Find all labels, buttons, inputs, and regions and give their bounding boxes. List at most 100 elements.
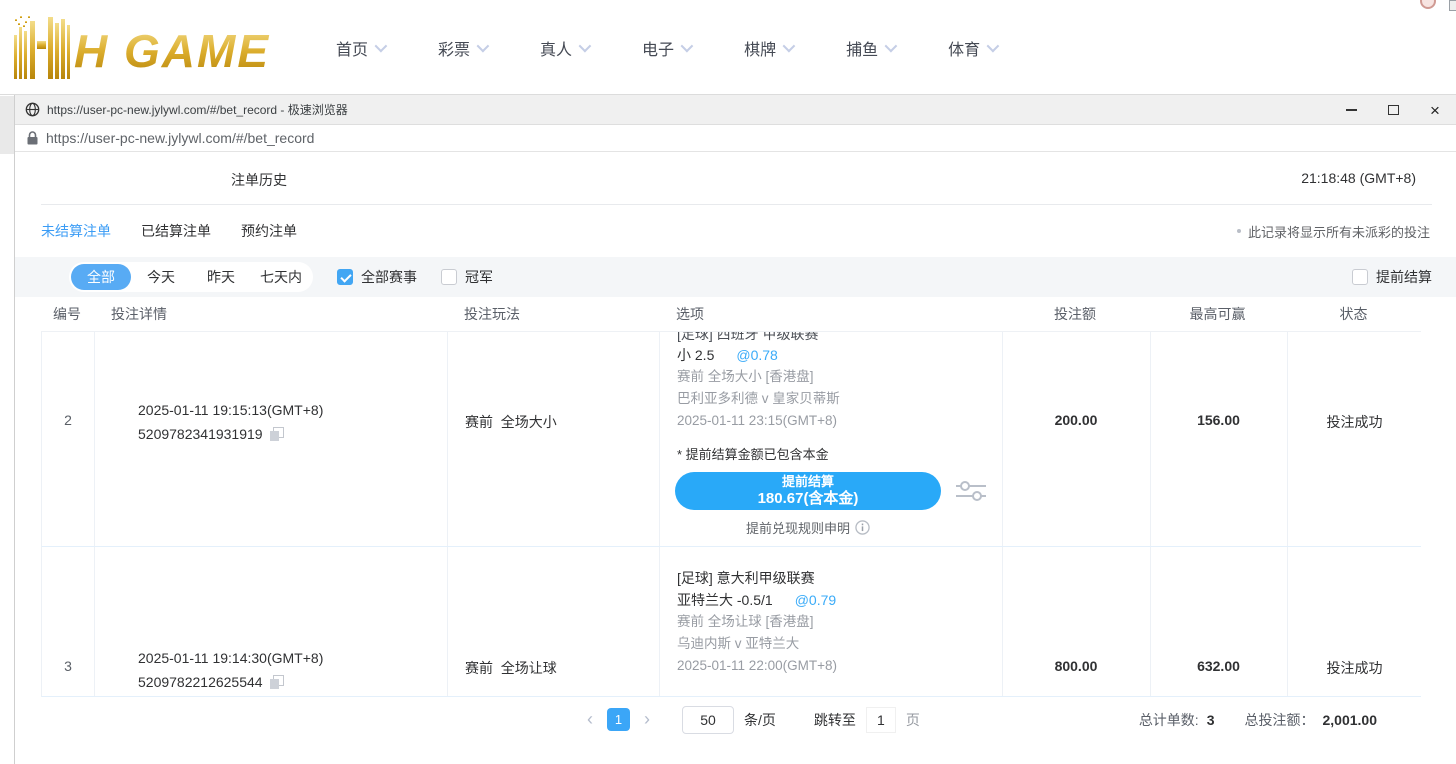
status-badge: 投注成功 (1287, 412, 1422, 432)
row-number: 2 (42, 412, 94, 428)
browser-titlebar[interactable]: https://user-pc-new.jylywl.com/#/bet_rec… (15, 95, 1456, 125)
nav-item-home[interactable]: 首页 (336, 36, 384, 60)
site-logo[interactable]: H GAME (12, 12, 277, 84)
chevron-down-icon (885, 40, 898, 53)
max-win: 156.00 (1150, 412, 1287, 428)
bet-amount: 200.00 (1002, 412, 1150, 428)
bet-play: 赛前 全场大小 (465, 412, 557, 432)
champion-checkbox[interactable]: 冠军 (441, 267, 493, 287)
bet-play: 赛前 全场让球 (465, 658, 557, 678)
note-text: 此记录将显示所有未派彩的投注 (1248, 222, 1430, 241)
logo-text: H GAME (74, 25, 270, 77)
early-settle-checkbox[interactable]: 提前结算 (1352, 267, 1432, 287)
window-left-gutter (0, 96, 14, 154)
nav-item-live[interactable]: 真人 (540, 36, 588, 60)
prev-page-icon[interactable]: ‹ (583, 709, 597, 730)
chevron-down-icon (579, 40, 592, 53)
copy-icon[interactable] (270, 675, 284, 689)
match-time: 2025-01-11 22:00(GMT+8) (677, 655, 1002, 677)
page-size-input[interactable] (682, 706, 734, 734)
col-play: 投注玩法 (446, 304, 658, 324)
chevron-down-icon (477, 40, 490, 53)
cashout-note: * 提前结算金额已包含本金 (677, 444, 1002, 466)
nav-item-slots[interactable]: 电子 (642, 36, 690, 60)
globe-icon (25, 102, 40, 117)
checkbox-unchecked-icon[interactable] (441, 269, 457, 285)
screen: H GAME 首页 彩票 真人 电子 棋牌 捕鱼 体育 https://user… (0, 0, 1456, 764)
all-events-label: 全部赛事 (361, 267, 417, 287)
range-yesterday[interactable]: 昨天 (191, 264, 251, 290)
tab-reserved[interactable]: 预约注单 (241, 221, 297, 241)
maximize-button[interactable] (1372, 95, 1414, 125)
range-all[interactable]: 全部 (71, 264, 131, 290)
nav-label: 真人 (540, 36, 572, 60)
page-header: 注单历史 21:18:48 (GMT+8) (15, 152, 1456, 205)
total-count-label: 总计单数: (1139, 710, 1199, 730)
early-settle-label: 提前结算 (1376, 267, 1432, 287)
row-number: 3 (42, 658, 94, 674)
per-page-label: 条/页 (744, 710, 776, 730)
browser-addressbar[interactable]: https://user-pc-new.jylywl.com/#/bet_rec… (15, 125, 1456, 152)
jump-page-input[interactable] (866, 707, 896, 733)
clock: 21:18:48 (GMT+8) (1301, 170, 1416, 186)
nav-item-fishing[interactable]: 捕鱼 (846, 36, 894, 60)
logo-icon: H GAME (12, 15, 277, 81)
nav-label: 捕鱼 (846, 36, 878, 60)
site-header: H GAME 首页 彩票 真人 电子 棋牌 捕鱼 体育 (0, 0, 1456, 95)
all-events-checkbox[interactable]: 全部赛事 (337, 267, 417, 287)
bullet-icon (1237, 229, 1241, 233)
bet-table: 编号 投注详情 投注玩法 选项 投注额 最高可赢 状态 2 2025-01-11… (41, 297, 1421, 742)
minimize-button[interactable] (1330, 95, 1372, 125)
nav-item-lottery[interactable]: 彩票 (438, 36, 486, 60)
status-badge: 投注成功 (1287, 658, 1422, 678)
table-row: 2 2025-01-11 19:15:13(GMT+8) 52097823419… (41, 332, 1421, 547)
champion-label: 冠军 (465, 267, 493, 287)
col-amount: 投注额 (1001, 304, 1149, 324)
nav-label: 电子 (642, 36, 674, 60)
lock-icon (27, 131, 38, 145)
page-content: 注单历史 21:18:48 (GMT+8) 未结算注单 已结算注单 预约注单 此… (15, 152, 1456, 762)
bet-time: 2025-01-11 19:15:13(GMT+8) (138, 398, 323, 422)
bet-option: [足球] 西班牙 甲级联赛 小 2.5 @0.78 赛前 全场大小 [香港盘] … (677, 332, 1002, 537)
tab-settled[interactable]: 已结算注单 (141, 221, 211, 241)
totals: 总计单数: 3 总投注额： 2,001.00 (1139, 697, 1377, 742)
pagination: ‹ 1 › 条/页 跳转至 页 总计单数: 3 总投注额： 2 (41, 697, 1421, 742)
match: 乌迪内斯 v 亚特兰大 (677, 633, 1002, 655)
bet-amount: 800.00 (1002, 658, 1150, 674)
league: [足球] 意大利甲级联赛 (677, 567, 1002, 589)
page-1-button[interactable]: 1 (607, 708, 630, 731)
col-option: 选项 (658, 304, 1001, 324)
range-today[interactable]: 今天 (131, 264, 191, 290)
cashout-rules-label: 提前兑现规则申明 (746, 518, 850, 537)
range-7days[interactable]: 七天内 (251, 264, 311, 290)
date-range-group: 全部 今天 昨天 七天内 (69, 262, 313, 292)
jump-to-label: 跳转至 (814, 710, 856, 730)
cashout-rules-link[interactable]: 提前兑现规则申明 (675, 518, 941, 537)
chevron-down-icon (987, 40, 1000, 53)
browser-window: https://user-pc-new.jylywl.com/#/bet_rec… (14, 95, 1456, 764)
tabs-note: 此记录将显示所有未派彩的投注 (1237, 205, 1430, 257)
total-count: 3 (1207, 712, 1215, 728)
match-time: 2025-01-11 23:15(GMT+8) (677, 410, 1002, 432)
nav-item-sports[interactable]: 体育 (948, 36, 996, 60)
col-no: 编号 (41, 304, 93, 324)
nav-item-cards[interactable]: 棋牌 (744, 36, 792, 60)
table-row: 3 2025-01-11 19:14:30(GMT+8) 52097822126… (41, 547, 1421, 697)
checkbox-unchecked-icon[interactable] (1352, 269, 1368, 285)
tab-unsettled[interactable]: 未结算注单 (41, 221, 111, 241)
total-amount-label: 总投注额： (1245, 710, 1315, 730)
market: 赛前 全场让球 [香港盘] (677, 611, 1002, 633)
col-detail: 投注详情 (93, 304, 446, 324)
checkbox-checked-icon[interactable] (337, 269, 353, 285)
bet-detail: 2025-01-11 19:15:13(GMT+8) 5209782341931… (138, 398, 323, 446)
close-button[interactable]: × (1414, 95, 1456, 125)
cashout-button[interactable]: 提前结算 180.67(含本金) (675, 472, 941, 510)
nav-label: 彩票 (438, 36, 470, 60)
nav-label: 体育 (948, 36, 980, 60)
copy-icon[interactable] (270, 427, 284, 441)
corner-circle-icon[interactable] (1420, 0, 1436, 9)
sliders-icon[interactable] (955, 478, 987, 504)
next-page-icon[interactable]: › (640, 709, 654, 730)
table-header: 编号 投注详情 投注玩法 选项 投注额 最高可赢 状态 (41, 297, 1421, 332)
league-clipped: [足球] 西班牙 甲级联赛 (677, 332, 1002, 344)
